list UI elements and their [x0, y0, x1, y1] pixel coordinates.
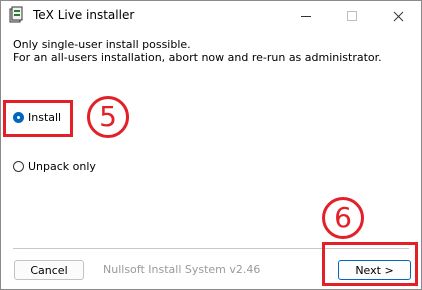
- step-5-marker: 5: [87, 96, 129, 138]
- info-message-line-1: Only single-user install possible.: [13, 38, 191, 51]
- info-message-line-2: For an all-users installation, abort now…: [13, 51, 382, 64]
- step-6-marker: 6: [322, 197, 364, 239]
- window-title: TeX Live installer: [33, 8, 135, 22]
- installer-branding: Nullsoft Install System v2.46: [103, 263, 261, 276]
- next-highlight-box: [322, 242, 418, 286]
- minimize-button[interactable]: [283, 1, 329, 31]
- cancel-button[interactable]: Cancel: [14, 260, 84, 280]
- unpack-only-radio-option[interactable]: Unpack only: [13, 160, 96, 173]
- unpack-only-radio-label[interactable]: Unpack only: [28, 160, 96, 173]
- unpack-only-radio-button[interactable]: [13, 161, 24, 172]
- minimize-icon: [301, 15, 311, 17]
- info-message: Only single-user install possible. For a…: [13, 38, 382, 64]
- install-highlight-box: [3, 100, 73, 137]
- maximize-icon: [347, 11, 357, 21]
- tex-live-installer-icon: [9, 6, 23, 23]
- title-bar[interactable]: TeX Live installer: [1, 1, 421, 31]
- close-icon: [393, 11, 403, 21]
- maximize-button[interactable]: [329, 1, 375, 31]
- close-button[interactable]: [375, 1, 421, 31]
- cancel-button-label: Cancel: [30, 263, 68, 277]
